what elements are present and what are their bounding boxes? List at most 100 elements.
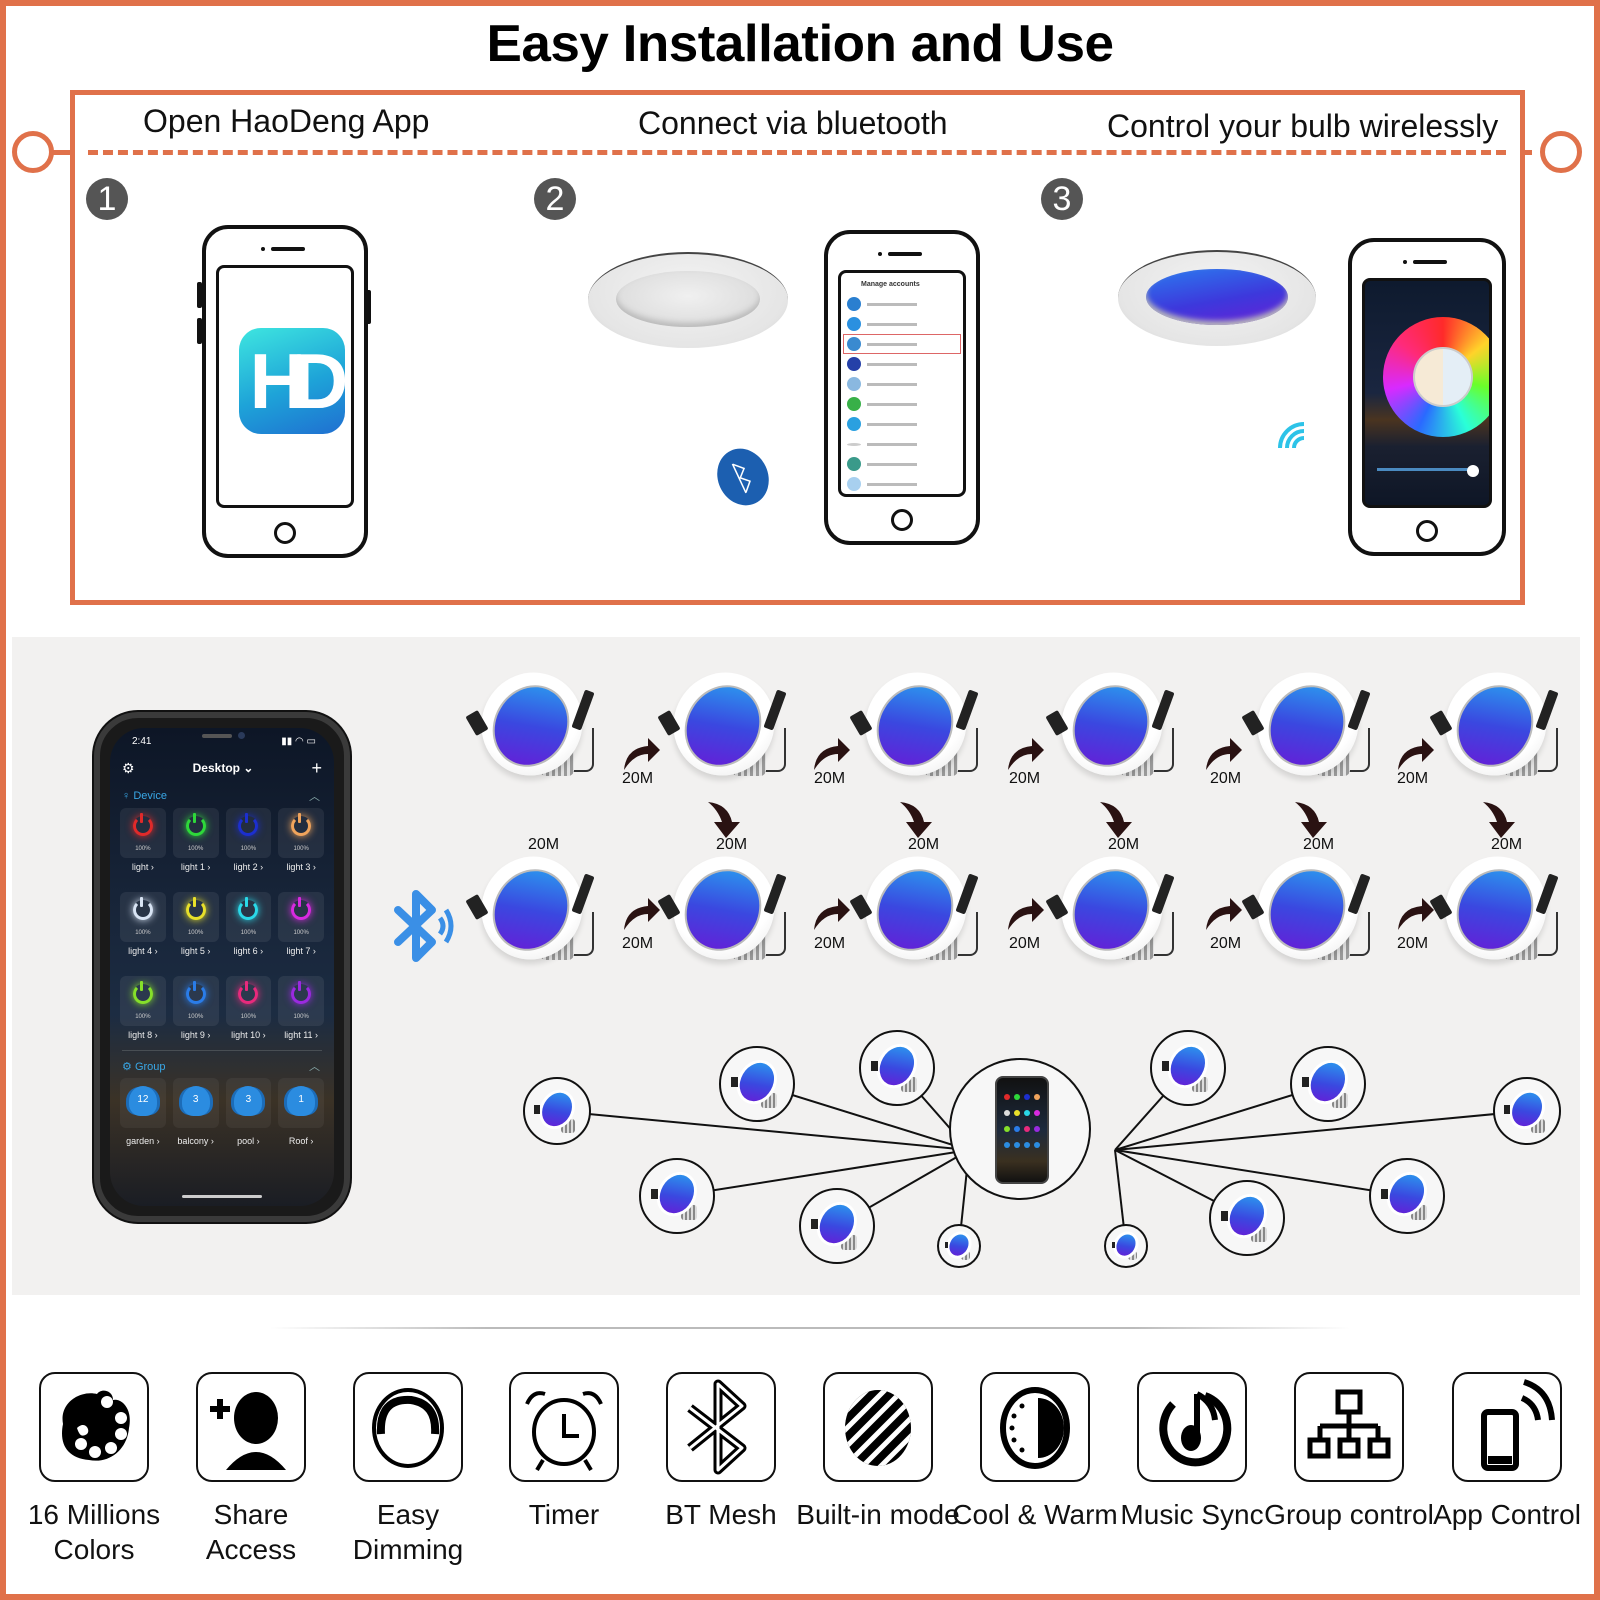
device-name-link[interactable]: light 4 › — [120, 946, 166, 956]
downlight — [1426, 653, 1566, 795]
device-name-link[interactable]: light 8 › — [120, 1030, 166, 1040]
curved-arrow-right-icon — [1206, 738, 1242, 770]
brightness-slider[interactable] — [1377, 468, 1477, 471]
power-icon[interactable] — [238, 813, 259, 836]
device-name-link[interactable]: light 5 › — [173, 946, 219, 956]
device-name-link[interactable]: light 2 › — [226, 862, 272, 872]
device-tile[interactable]: 100% — [120, 892, 166, 942]
step-1-phone: HD — [202, 225, 368, 558]
device-level: 100% — [135, 1014, 151, 1020]
device-name-link[interactable]: light › — [120, 862, 166, 872]
downlight — [462, 653, 602, 795]
device-name-link[interactable]: light 9 › — [173, 1030, 219, 1040]
manage-accounts-screen: Manage accounts — [838, 270, 966, 497]
power-icon[interactable] — [185, 897, 206, 920]
curved-arrow-right-icon — [1008, 898, 1044, 930]
haodeng-app-icon[interactable]: HD — [239, 328, 348, 434]
device-tile[interactable]: 100% — [225, 976, 272, 1026]
curved-arrow-down-icon — [1295, 802, 1327, 838]
page-title: Easy Installation and Use — [486, 15, 1114, 73]
downlight — [846, 837, 986, 979]
brightness-slider-handle[interactable] — [1467, 465, 1479, 477]
feature-label: BT Mesh — [665, 1499, 777, 1530]
power-icon[interactable] — [132, 813, 153, 836]
section-divider — [122, 1050, 322, 1051]
distance-label: 20M — [1108, 836, 1140, 853]
home-button — [1416, 520, 1438, 542]
settings-icon[interactable]: ⚙ — [122, 760, 135, 777]
device-tile[interactable]: 100% — [172, 808, 219, 858]
feature-tile — [1294, 1372, 1404, 1482]
add-button[interactable]: + — [311, 758, 322, 779]
power-icon[interactable] — [238, 981, 259, 1004]
device-level: 100% — [240, 930, 257, 936]
curved-arrow-right-icon — [624, 898, 660, 930]
add-user-icon — [210, 1392, 286, 1470]
group-section-header[interactable]: ⚙ Group ︿ — [122, 1058, 320, 1074]
collapse-icon[interactable]: ︿ — [309, 788, 320, 804]
device-tile[interactable]: 100% — [278, 976, 324, 1026]
device-name-link[interactable]: light 6 › — [226, 946, 272, 956]
curved-arrow-right-icon — [1398, 738, 1434, 770]
power-icon[interactable] — [185, 981, 206, 1004]
power-icon[interactable] — [291, 981, 312, 1004]
power-icon[interactable] — [291, 897, 312, 920]
feature-tile — [1452, 1372, 1562, 1482]
device-name-link[interactable]: light 3 › — [278, 862, 324, 872]
bulb-icon: ♀ — [122, 790, 131, 802]
distance-label: 20M — [716, 836, 748, 853]
group-tile[interactable]: 12 — [120, 1078, 166, 1128]
device-name-link[interactable]: light 11 › — [278, 1030, 324, 1040]
group-tile[interactable]: 3 — [172, 1078, 219, 1128]
group-name-link[interactable]: balcony › — [173, 1136, 219, 1146]
device-tile[interactable]: 100% — [172, 892, 219, 942]
feature-label: Music Sync — [1120, 1499, 1264, 1530]
group-tile[interactable]: 1 — [278, 1078, 324, 1128]
device-tile[interactable]: 100% — [120, 808, 166, 858]
power-icon[interactable] — [132, 897, 153, 920]
curved-arrow-right-icon — [1008, 738, 1044, 770]
timeline-ring-left — [12, 131, 54, 173]
downlight — [1238, 653, 1378, 795]
device-name-link[interactable]: light 10 › — [226, 1030, 272, 1040]
chevron-right-icon: › — [204, 946, 211, 956]
power-icon[interactable] — [185, 813, 206, 836]
group-name-link[interactable]: garden › — [120, 1136, 166, 1146]
downlight — [462, 837, 602, 979]
device-tile[interactable]: 100% — [172, 976, 219, 1026]
room-selector[interactable]: Desktop ⌄ — [193, 761, 254, 775]
device-name-link[interactable]: light 7 › — [278, 946, 324, 956]
group-name-link[interactable]: pool › — [226, 1136, 272, 1146]
curved-arrow-right-icon — [814, 898, 850, 930]
power-icon[interactable] — [291, 813, 312, 836]
chevron-right-icon: › — [310, 862, 316, 872]
feature-label: App Control — [1433, 1499, 1581, 1530]
timeline-dashed-line — [88, 150, 1506, 155]
power-icon[interactable] — [238, 897, 259, 920]
device-name-link[interactable]: light 1 › — [173, 862, 219, 872]
group-tile[interactable]: 3 — [225, 1078, 272, 1128]
power-icon[interactable] — [132, 981, 153, 1004]
network-node-downlight — [799, 1188, 875, 1264]
color-wheel[interactable] — [1383, 317, 1489, 437]
palette-icon — [62, 1390, 130, 1461]
device-tile[interactable]: 100% — [225, 808, 272, 858]
distance-label: 20M — [1303, 836, 1335, 853]
downlight — [1426, 837, 1566, 979]
curved-arrow-right-icon — [1398, 898, 1434, 930]
warm-cool-selector[interactable] — [1413, 347, 1473, 407]
device-tile[interactable]: 100% — [278, 808, 324, 858]
section-divider — [270, 1327, 1350, 1329]
group-name-link[interactable]: Roof › — [278, 1136, 324, 1146]
device-tile[interactable]: 100% — [120, 976, 166, 1026]
device-tile[interactable]: 100% — [225, 892, 272, 942]
step-3-phone — [1348, 238, 1506, 556]
collapse-icon[interactable]: ︿ — [309, 1058, 320, 1074]
dimmer-icon — [372, 1388, 444, 1468]
device-section-header[interactable]: ♀ Device ︿ — [122, 788, 320, 804]
curved-arrow-right-icon — [1206, 898, 1242, 930]
device-tile[interactable]: 100% — [278, 892, 324, 942]
step-3-number: 3 — [1041, 178, 1083, 220]
distance-label: 20M — [622, 935, 654, 952]
chevron-right-icon: › — [148, 862, 154, 872]
